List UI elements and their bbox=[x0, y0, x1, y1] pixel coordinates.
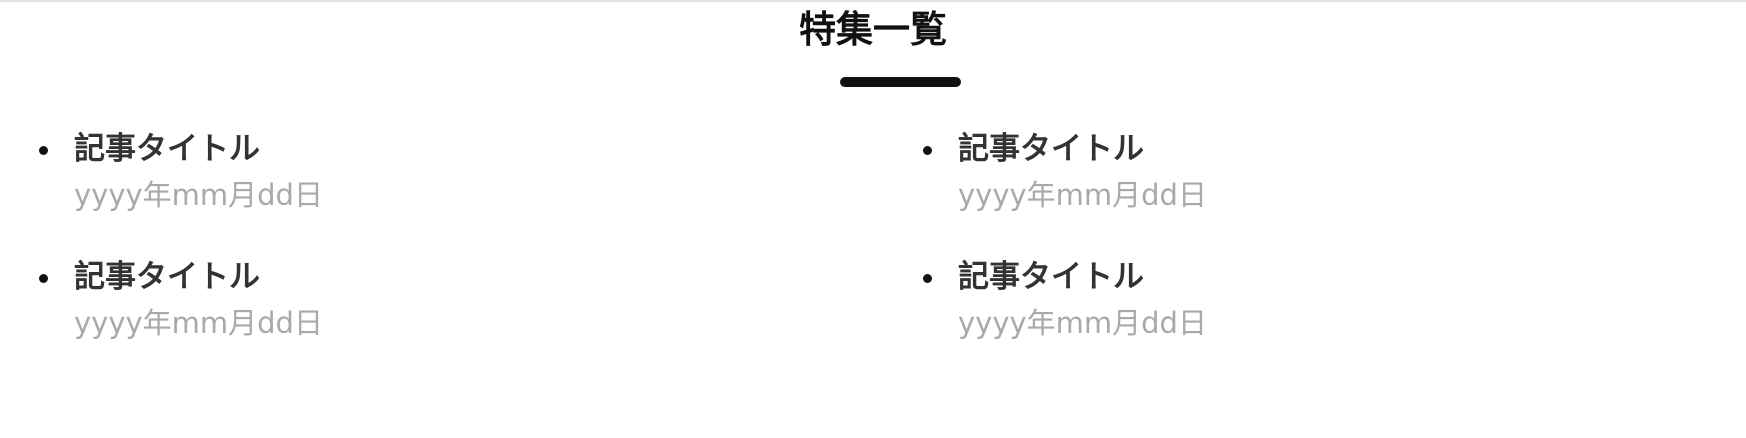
article-date: yyyy年mm月dd日 bbox=[958, 178, 1207, 212]
bullet-icon bbox=[923, 274, 932, 283]
list-item[interactable]: 記事タイトル yyyy年mm月dd日 bbox=[920, 257, 1716, 385]
list-item[interactable]: 記事タイトル yyyy年mm月dd日 bbox=[36, 129, 920, 257]
article-title-link[interactable]: 記事タイトル bbox=[958, 129, 1716, 169]
list-item[interactable]: 記事タイトル yyyy年mm月dd日 bbox=[36, 257, 920, 385]
page-title: 特集一覧 bbox=[799, 8, 947, 51]
article-date: yyyy年mm月dd日 bbox=[74, 178, 323, 212]
article-title-link[interactable]: 記事タイトル bbox=[958, 257, 1716, 297]
bullet-icon bbox=[39, 274, 48, 283]
bullet-icon bbox=[39, 146, 48, 155]
feature-list-page: 特集一覧 記事タイトル yyyy年mm月dd日 記事タイトル yyyy年mm月d… bbox=[0, 0, 1746, 438]
article-date: yyyy年mm月dd日 bbox=[958, 306, 1207, 340]
article-date: yyyy年mm月dd日 bbox=[74, 306, 323, 340]
article-title-link[interactable]: 記事タイトル bbox=[74, 257, 920, 297]
article-title-link[interactable]: 記事タイトル bbox=[74, 129, 920, 169]
article-list: 記事タイトル yyyy年mm月dd日 記事タイトル yyyy年mm月dd日 記事… bbox=[36, 129, 1716, 385]
title-underline bbox=[840, 77, 961, 87]
bullet-icon bbox=[923, 146, 932, 155]
list-item[interactable]: 記事タイトル yyyy年mm月dd日 bbox=[920, 129, 1716, 257]
